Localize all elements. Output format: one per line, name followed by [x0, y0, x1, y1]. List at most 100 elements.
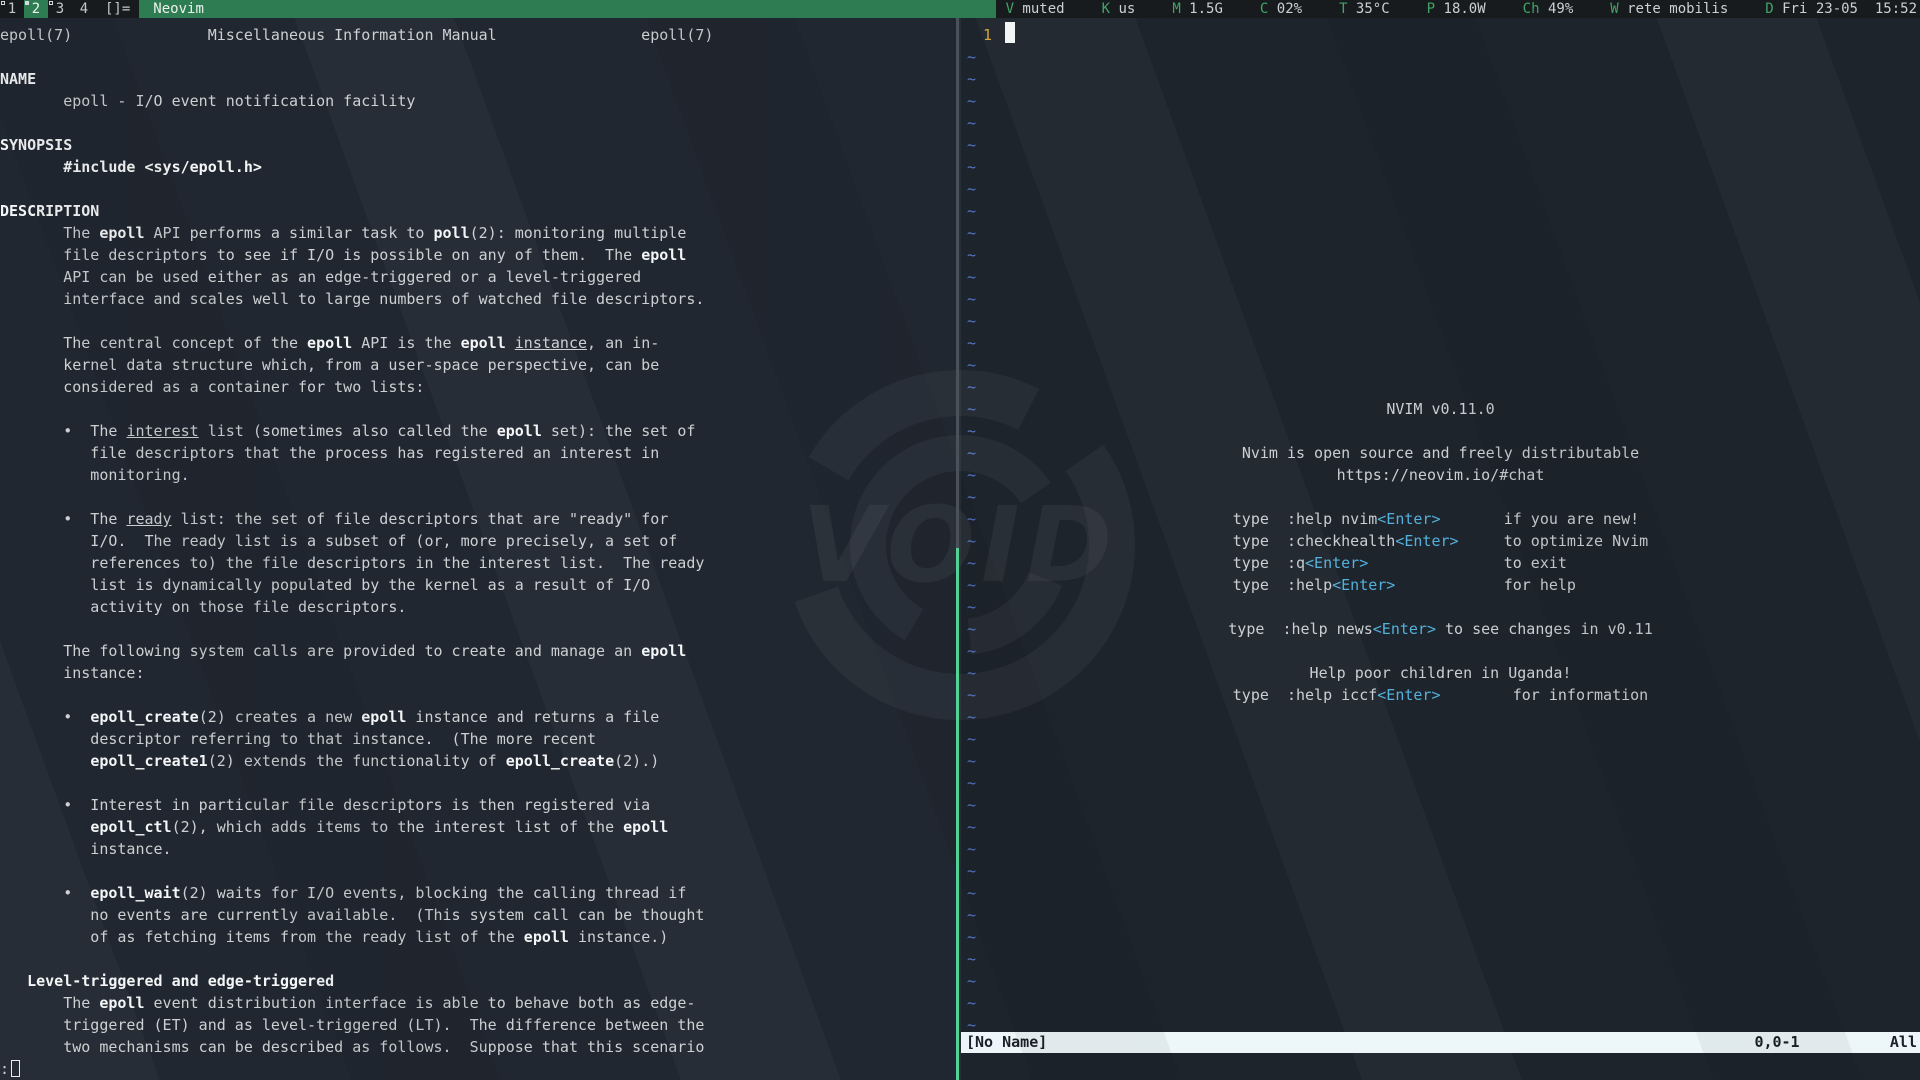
text-line: • Interest in particular file descriptor… — [0, 794, 713, 816]
text-line: API can be used either as an edge-trigge… — [0, 266, 713, 288]
cursor-position: 0,0-1 — [1754, 1033, 1799, 1051]
status-key: K — [1102, 1, 1110, 17]
text-line: #include <sys/epoll.h> — [0, 156, 713, 178]
man-page-text: epoll(7) Miscellaneous Information Manua… — [0, 24, 713, 1058]
text-line: • The ready list: the set of file descri… — [0, 508, 713, 530]
status-module-M: M 1.5G — [1172, 0, 1223, 18]
text-line: activity on those file descriptors. — [0, 596, 713, 618]
status-value: 1.5G — [1181, 1, 1223, 17]
text-line: of as fetching items from the ready list… — [0, 926, 713, 948]
status-key: Ch — [1523, 1, 1540, 17]
text-line: type :help news<Enter> to see changes in… — [961, 618, 1920, 640]
status-module-P: P 18.0W — [1427, 0, 1486, 18]
workspace-tag-2[interactable]: 2 — [24, 0, 48, 18]
line-number: 1 — [983, 24, 992, 46]
text-line: references to) the file descriptors in t… — [0, 552, 713, 574]
text-line: epoll_create1(2) extends the functionali… — [0, 750, 713, 772]
text-line: epoll(7) Miscellaneous Information Manua… — [0, 24, 713, 46]
text-line: considered as a container for two lists: — [0, 376, 713, 398]
workspace-tag-1[interactable]: 1 — [0, 0, 24, 18]
text-line — [0, 178, 713, 200]
tag-occupied-indicator — [25, 1, 29, 5]
status-value: 35°C — [1348, 1, 1390, 17]
text-line — [0, 112, 713, 134]
text-line — [0, 398, 713, 420]
text-line: type :help<Enter> for help — [961, 574, 1920, 596]
text-line: monitoring. — [0, 464, 713, 486]
status-value: us — [1110, 1, 1135, 17]
text-line: file descriptors that the process has re… — [0, 442, 713, 464]
text-line: type :checkhealth<Enter> to optimize Nvi… — [961, 530, 1920, 552]
text-line: type :help iccf<Enter> for information — [961, 684, 1920, 706]
text-line: • epoll_wait(2) waits for I/O events, bl… — [0, 882, 713, 904]
nvim-cmdline[interactable] — [961, 1053, 1920, 1080]
buffer-name: [No Name] — [966, 1032, 1047, 1053]
text-line: descriptor referring to that instance. (… — [0, 728, 713, 750]
text-line — [0, 772, 713, 794]
workspace-tag-4[interactable]: 4 — [72, 0, 96, 18]
text-line: interface and scales well to large numbe… — [0, 288, 713, 310]
nvim-cursor — [1005, 22, 1015, 43]
text-line: Level-triggered and edge-triggered — [0, 970, 713, 992]
text-line — [961, 596, 1920, 618]
text-line: https://neovim.io/#chat — [961, 464, 1920, 486]
text-line: epoll_ctl(2), which adds items to the in… — [0, 816, 713, 838]
status-module-Ch: Ch 49% — [1523, 0, 1574, 18]
text-line: type :help nvim<Enter> if you are new! — [961, 508, 1920, 530]
text-line: two mechanisms can be described as follo… — [0, 1036, 713, 1058]
text-line — [0, 860, 713, 882]
status-key: M — [1172, 1, 1180, 17]
focused-window-title: Neovim — [139, 0, 995, 18]
status-bar: 1234 []= Neovim V muted K us M 1.5G C 02% T … — [0, 0, 1920, 18]
text-line: The epoll event distribution interface i… — [0, 992, 713, 1014]
text-line: NVIM v0.11.0 — [961, 398, 1920, 420]
layout-indicator[interactable]: []= — [96, 0, 139, 18]
status-key: D — [1765, 1, 1773, 17]
window-divider[interactable] — [956, 18, 959, 548]
text-line: type :q<Enter> to exit — [961, 552, 1920, 574]
text-line: instance: — [0, 662, 713, 684]
window-divider-active[interactable] — [956, 548, 959, 1080]
text-line: DESCRIPTION — [0, 200, 713, 222]
text-line — [0, 618, 713, 640]
ruler-group: 0,0-1 All — [1754, 1032, 1917, 1053]
status-module-D: D Fri 23-05 15:52 — [1765, 0, 1917, 18]
text-line: The following system calls are provided … — [0, 640, 713, 662]
status-module-K: K us — [1102, 0, 1136, 18]
text-line: triggered (ET) and as level-triggered (L… — [0, 1014, 713, 1036]
status-value: Fri 23-05 15:52 — [1774, 1, 1917, 17]
text-line — [0, 948, 713, 970]
text-line — [961, 486, 1920, 508]
status-value: rete mobilis — [1619, 1, 1729, 17]
text-line — [0, 46, 713, 68]
status-value: muted — [1014, 1, 1065, 17]
text-line — [961, 420, 1920, 442]
text-line: • The interest list (sometimes also call… — [0, 420, 713, 442]
tag-occupied-indicator — [1, 1, 5, 5]
terminal-cursor — [11, 1060, 20, 1077]
text-line: NAME — [0, 68, 713, 90]
text-line — [0, 486, 713, 508]
status-key: V — [1006, 1, 1014, 17]
neovim-window[interactable]: 1 ~ ~ ~ ~ ~ ~ ~ ~ ~ ~ ~ ~ ~ ~ ~ ~ ~ ~ ~ … — [961, 18, 1920, 1080]
nvim-intro-screen: NVIM v0.11.0Nvim is open source and free… — [961, 398, 1920, 706]
text-line: file descriptors to see if I/O is possib… — [0, 244, 713, 266]
status-value: 49% — [1540, 1, 1574, 17]
workspace-tag-3[interactable]: 3 — [48, 0, 72, 18]
status-modules: V muted K us M 1.5G C 02% T 35°C P 18.0W Ch 49… — [996, 0, 1920, 18]
scroll-position: All — [1890, 1033, 1917, 1051]
terminal-man-page-window[interactable]: epoll(7) Miscellaneous Information Manua… — [0, 18, 956, 1080]
status-module-C: C 02% — [1260, 0, 1302, 18]
text-line: The epoll API performs a similar task to… — [0, 222, 713, 244]
workspace-tags: 1234 — [0, 0, 96, 18]
text-line: no events are currently available. (This… — [0, 904, 713, 926]
status-key: T — [1339, 1, 1347, 17]
text-line: SYNOPSIS — [0, 134, 713, 156]
status-value: 02% — [1268, 1, 1302, 17]
status-key: W — [1610, 1, 1618, 17]
status-module-V: V muted — [1006, 0, 1065, 18]
nvim-statusline: [No Name] 0,0-1 All — [961, 1032, 1920, 1053]
status-module-T: T 35°C — [1339, 0, 1390, 18]
status-module-W: W rete mobilis — [1610, 0, 1728, 18]
text-line: kernel data structure which, from a user… — [0, 354, 713, 376]
